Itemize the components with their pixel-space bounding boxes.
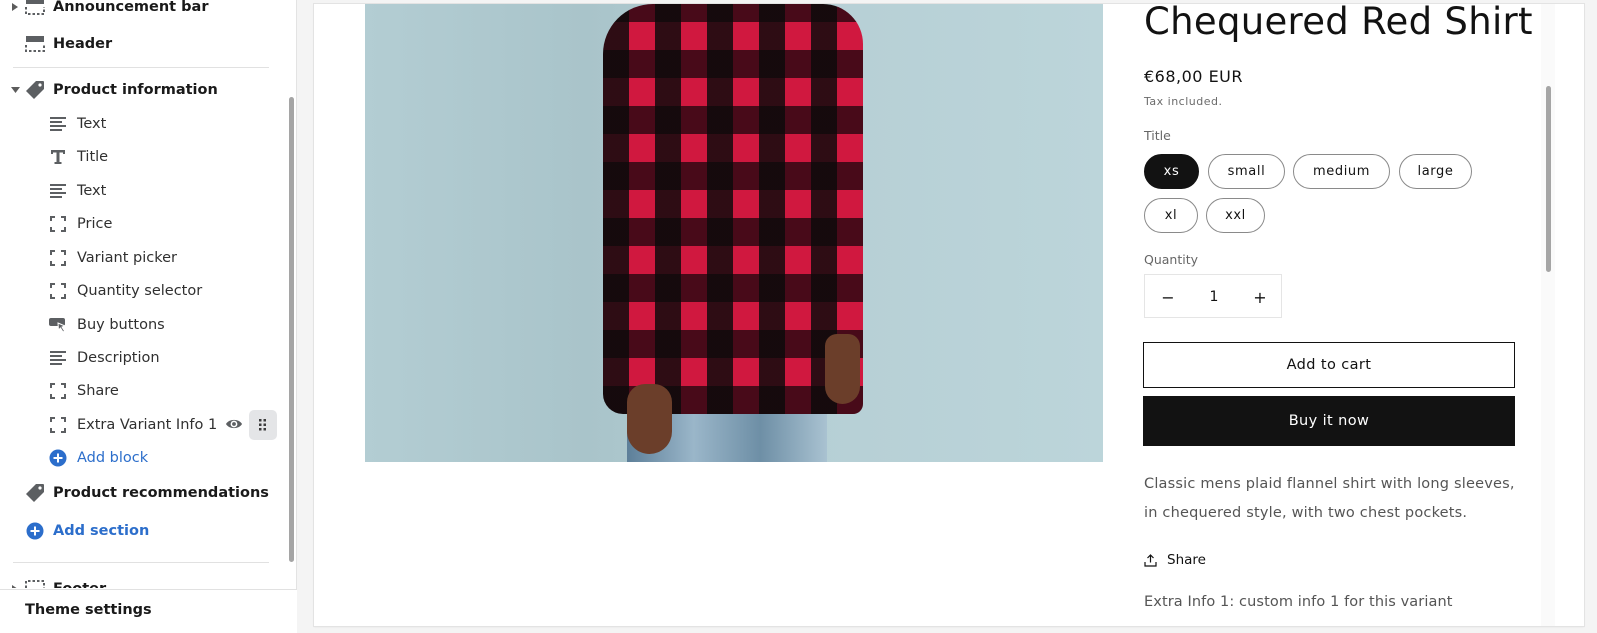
text-lines-icon <box>48 348 68 368</box>
add-section-label: Add section <box>53 523 150 539</box>
product-image-hand <box>825 334 860 404</box>
divider <box>13 562 269 563</box>
section-label: Product information <box>53 82 218 98</box>
dashed-frame-icon <box>48 415 68 435</box>
add-block-label: Add block <box>77 450 149 466</box>
share-button[interactable]: Share <box>1144 552 1206 568</box>
add-section-button[interactable]: Add section <box>0 516 280 546</box>
text-lines-icon <box>48 114 68 134</box>
section-product-information[interactable]: Product information <box>0 75 280 105</box>
block-variant-picker[interactable]: Variant picker <box>0 243 280 273</box>
dashed-frame-icon <box>48 281 68 301</box>
block-description[interactable]: Description <box>0 343 280 373</box>
section-announcement-bar[interactable]: Announcement bar <box>0 0 280 22</box>
section-header[interactable]: Header <box>0 29 280 59</box>
block-quantity-selector[interactable]: Quantity selector <box>0 276 280 306</box>
block-label: Share <box>77 383 119 399</box>
share-upload-icon <box>1144 553 1157 567</box>
buy-it-now-button[interactable]: Buy it now <box>1143 396 1515 446</box>
caret-right-icon[interactable] <box>10 584 20 588</box>
text-lines-icon <box>48 181 68 201</box>
section-label: Product recommendations <box>53 485 269 501</box>
buy-button-cursor-icon <box>48 315 68 335</box>
block-label: Title <box>77 149 109 165</box>
quantity-increase-button[interactable]: + <box>1237 275 1283 319</box>
title-T-icon <box>48 147 68 167</box>
block-text[interactable]: Text <box>0 109 280 139</box>
variant-pill-xs[interactable]: xs <box>1144 154 1199 189</box>
block-label: Text <box>77 116 107 132</box>
quantity-decrease-button[interactable]: − <box>1145 275 1191 319</box>
section-label: Footer <box>53 581 106 588</box>
theme-settings-label: Theme settings <box>25 602 152 618</box>
quantity-stepper: − 1 + <box>1144 274 1282 318</box>
divider <box>13 67 269 68</box>
share-label: Share <box>1167 552 1206 568</box>
block-label: Quantity selector <box>77 283 203 299</box>
variant-pill-large[interactable]: large <box>1399 154 1472 189</box>
variant-pill-small[interactable]: small <box>1208 154 1285 189</box>
block-label: Variant picker <box>77 250 178 266</box>
block-share[interactable]: Share <box>0 376 280 406</box>
section-label: Header <box>53 36 113 52</box>
tax-note: Tax included. <box>1144 95 1223 108</box>
tag-icon <box>24 483 46 503</box>
block-label: Price <box>77 216 113 232</box>
section-product-recommendations[interactable]: Product recommendations <box>0 478 280 508</box>
product-image-shirt <box>603 4 863 414</box>
block-label: Buy buttons <box>77 317 165 333</box>
variant-pill-xl[interactable]: xl <box>1144 198 1198 233</box>
block-label: Text <box>77 183 107 199</box>
product-description: Classic mens plaid flannel shirt with lo… <box>1144 476 1515 521</box>
product-image[interactable] <box>365 4 1103 462</box>
section-tree: Announcement bar Header Product informat… <box>0 0 286 588</box>
block-buy-buttons[interactable]: Buy buttons <box>0 310 280 340</box>
product-title: Chequered Red Shirt <box>1144 4 1533 43</box>
quantity-input[interactable]: 1 <box>1191 275 1237 319</box>
variant-pill-xxl[interactable]: xxl <box>1206 198 1265 233</box>
header-layout-icon <box>24 34 46 54</box>
quantity-label: Quantity <box>1144 252 1199 267</box>
eye-visibility-icon[interactable] <box>225 416 243 432</box>
section-label: Announcement bar <box>53 0 209 15</box>
add-to-cart-button[interactable]: Add to cart <box>1143 342 1515 388</box>
product-price: €68,00 EUR <box>1144 67 1244 86</box>
block-extra-variant-info[interactable]: Extra Variant Info 1 <box>0 409 280 441</box>
dashed-frame-icon <box>48 248 68 268</box>
dashed-frame-icon <box>48 214 68 234</box>
block-price[interactable]: Price <box>0 209 280 239</box>
footer-layout-icon <box>24 579 46 588</box>
add-block-button[interactable]: Add block <box>0 443 280 473</box>
tag-icon <box>24 80 46 100</box>
product-image-hand <box>627 384 672 454</box>
block-label: Extra Variant Info 1 <box>77 417 218 433</box>
block-label: Description <box>77 350 160 366</box>
storefront-preview: Chequered Red Shirt €68,00 EUR Tax inclu… <box>314 4 1584 626</box>
theme-editor-sidebar: Announcement bar Header Product informat… <box>0 0 297 633</box>
block-text[interactable]: Text <box>0 176 280 206</box>
preview-scrollbar-thumb[interactable] <box>1546 86 1551 272</box>
block-title[interactable]: Title <box>0 142 280 172</box>
plus-circle-icon <box>48 448 68 468</box>
variant-pill-medium[interactable]: medium <box>1293 154 1390 189</box>
section-footer[interactable]: Footer <box>0 574 280 588</box>
dashed-frame-icon <box>48 381 68 401</box>
caret-right-icon[interactable] <box>10 2 20 12</box>
theme-settings-button[interactable]: Theme settings <box>0 589 297 633</box>
sidebar-scrollbar-thumb[interactable] <box>289 97 294 562</box>
announcement-bar-icon <box>24 0 46 17</box>
extra-variant-info: Extra Info 1: custom info 1 for this var… <box>1144 594 1453 610</box>
drag-handle-icon[interactable] <box>249 410 277 440</box>
variant-option-label: Title <box>1144 128 1171 143</box>
plus-circle-icon <box>24 521 46 541</box>
caret-down-icon[interactable] <box>10 85 20 95</box>
